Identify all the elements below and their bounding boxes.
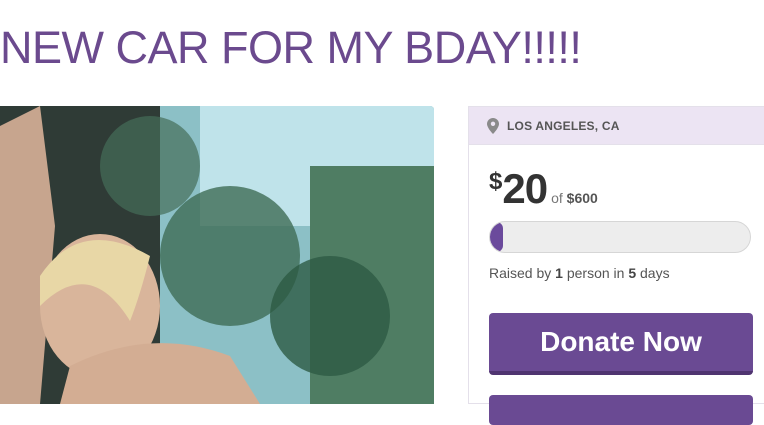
amount-currency: $ [489,168,503,195]
share-button[interactable] [489,395,753,425]
raised-summary: Raised by 1 person in 5 days [489,265,670,281]
raised-unit: person in [566,265,625,281]
donate-button[interactable]: Donate Now [489,313,753,375]
raised-days: 5 [628,265,637,281]
location-label: LOS ANGELES, CA [507,118,620,133]
location-bar: LOS ANGELES, CA [469,107,764,145]
raised-prefix: Raised by [489,265,552,281]
raised-suffix: days [640,265,670,281]
goal-prefix: of [551,190,563,206]
campaign-title: NEW CAR FOR MY BDAY!!!!! [0,22,582,73]
progress-fill [490,222,503,252]
map-pin-icon [487,117,499,134]
campaign-photo [0,106,434,404]
goal-amount: $600 [566,190,598,206]
goal-text: of $600 [551,190,598,206]
amount-value: 20 [502,165,548,212]
progress-bar [489,221,751,253]
amount-raised: $ 20 of $600 [489,165,598,213]
donation-sidebar: LOS ANGELES, CA $ 20 of $600 Raised by 1… [468,106,764,425]
raised-count: 1 [555,265,563,281]
